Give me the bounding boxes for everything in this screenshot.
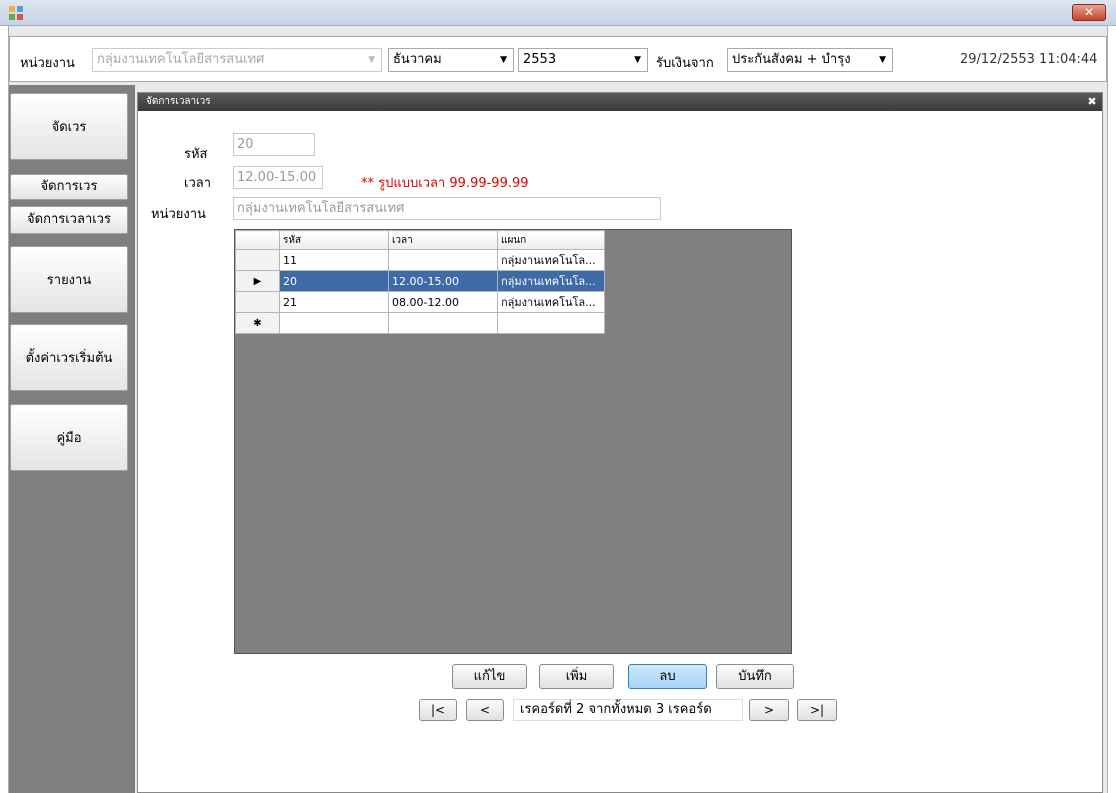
chevron-down-icon: ▼ — [634, 55, 641, 65]
cell-time[interactable] — [388, 312, 498, 334]
panel-close-icon[interactable]: ✖ — [1085, 93, 1099, 111]
code-field[interactable]: 20 — [233, 133, 315, 156]
chevron-down-icon: ▼ — [879, 55, 886, 65]
table-row[interactable]: 21 08.00-12.00 กลุ่มงานเทคโนโล... — [235, 291, 605, 313]
year-combo[interactable]: 2553 ▼ — [518, 48, 648, 72]
add-button[interactable]: เพิ่ม — [539, 664, 614, 689]
unit-combo[interactable]: กลุ่มงานเทคโนโลยีสารสนเทศ ▼ — [92, 48, 382, 72]
column-header-code[interactable]: รหัส — [279, 230, 389, 250]
sidebar-item-manual[interactable]: คู่มือ — [10, 404, 128, 471]
new-row-asterisk-icon[interactable]: ✱ — [235, 312, 280, 334]
last-record-button[interactable]: >| — [797, 699, 837, 721]
grid-header-row: รหัส เวลา แผนก — [235, 230, 605, 250]
unit-label: หน่วยงาน — [20, 56, 75, 71]
app-icon — [9, 6, 23, 20]
sidebar-item-label: จัดการเวร — [40, 179, 98, 194]
chevron-down-icon: ▼ — [368, 55, 375, 65]
first-record-button[interactable]: |< — [419, 699, 457, 721]
row-header[interactable] — [235, 291, 280, 313]
delete-button[interactable]: ลบ — [628, 664, 707, 689]
sidebar-item-manage-shift-times[interactable]: จัดการเวลาเวร — [10, 206, 128, 234]
cell-code[interactable]: 11 — [279, 249, 389, 271]
cell-time[interactable]: 08.00-12.00 — [388, 291, 498, 313]
payment-label: รับเงินจาก — [656, 56, 714, 71]
cell-time[interactable] — [388, 249, 498, 271]
unit-combo-value: กลุ่มงานเทคโนโลยีสารสนเทศ — [97, 52, 265, 67]
unit-form-field[interactable]: กลุ่มงานเทคโนโลยีสารสนเทศ — [233, 197, 661, 220]
record-position-label: เรคอร์ดที่ 2 จากทั้งหมด 3 เรคอร์ด — [513, 699, 743, 721]
cell-time[interactable]: 12.00-15.00 — [388, 270, 498, 292]
payment-combo[interactable]: ประกันสังคม + บำรุง ▼ — [727, 48, 893, 72]
cell-dept[interactable] — [497, 312, 605, 334]
cell-dept[interactable]: กลุ่มงานเทคโนโล... — [497, 270, 605, 292]
grid-corner — [235, 230, 280, 250]
year-combo-value: 2553 — [523, 52, 557, 67]
row-pointer-icon[interactable]: ▶ — [235, 270, 280, 292]
row-header[interactable] — [235, 249, 280, 271]
time-field[interactable]: 12.00-15.00 — [233, 166, 323, 189]
sidebar-item-label: คู่มือ — [56, 431, 82, 446]
next-record-button[interactable]: > — [749, 699, 789, 721]
column-header-dept[interactable]: แผนก — [497, 230, 605, 250]
sidebar-item-label: ตั้งค่าเวรเริ่มต้น — [25, 351, 113, 366]
cell-dept[interactable]: กลุ่มงานเทคโนโล... — [497, 249, 605, 271]
time-label: เวลา — [184, 176, 212, 191]
window-titlebar — [0, 0, 1116, 26]
window-close-button[interactable]: ✕ — [1072, 4, 1106, 21]
datetime-display: 29/12/2553 11:04:44 — [960, 52, 1098, 67]
sidebar-item-manage-shifts[interactable]: จัดการเวร — [10, 174, 128, 200]
unit-form-label: หน่วยงาน — [151, 207, 206, 222]
time-format-hint: ** รูปแบบเวลา 99.99-99.99 — [361, 176, 529, 191]
month-combo[interactable]: ธันวาคม ▼ — [388, 48, 514, 72]
cell-code[interactable] — [279, 312, 389, 334]
sidebar-item-reports[interactable]: รายงาน — [10, 246, 128, 313]
cell-code[interactable]: 20 — [279, 270, 389, 292]
table-row[interactable]: 11 กลุ่มงานเทคโนโล... — [235, 249, 605, 271]
prev-record-button[interactable]: < — [466, 699, 504, 721]
sidebar-item-label: รายงาน — [46, 273, 92, 288]
edit-button[interactable]: แก้ไข — [452, 664, 527, 689]
payment-combo-value: ประกันสังคม + บำรุง — [732, 52, 851, 67]
sidebar-item-default-settings[interactable]: ตั้งค่าเวรเริ่มต้น — [10, 324, 128, 391]
sidebar-item-label: จัดเวร — [51, 120, 87, 135]
table-row-selected[interactable]: ▶ 20 12.00-15.00 กลุ่มงานเทคโนโล... — [235, 270, 605, 292]
cell-dept[interactable]: กลุ่มงานเทคโนโล... — [497, 291, 605, 313]
data-grid[interactable]: รหัส เวลา แผนก 11 กลุ่มงานเทคโนโล... ▶ 2… — [235, 230, 605, 334]
code-label: รหัส — [184, 147, 208, 162]
column-header-time[interactable]: เวลา — [388, 230, 498, 250]
save-button[interactable]: บันทึก — [716, 664, 794, 689]
cell-code[interactable]: 21 — [279, 291, 389, 313]
new-row[interactable]: ✱ — [235, 312, 605, 334]
panel-title: จัดการเวลาเวร — [138, 93, 1102, 111]
sidebar-item-schedule[interactable]: จัดเวร — [10, 93, 128, 160]
chevron-down-icon: ▼ — [500, 55, 507, 65]
sidebar-item-label: จัดการเวลาเวร — [27, 212, 111, 227]
month-combo-value: ธันวาคม — [393, 52, 442, 67]
